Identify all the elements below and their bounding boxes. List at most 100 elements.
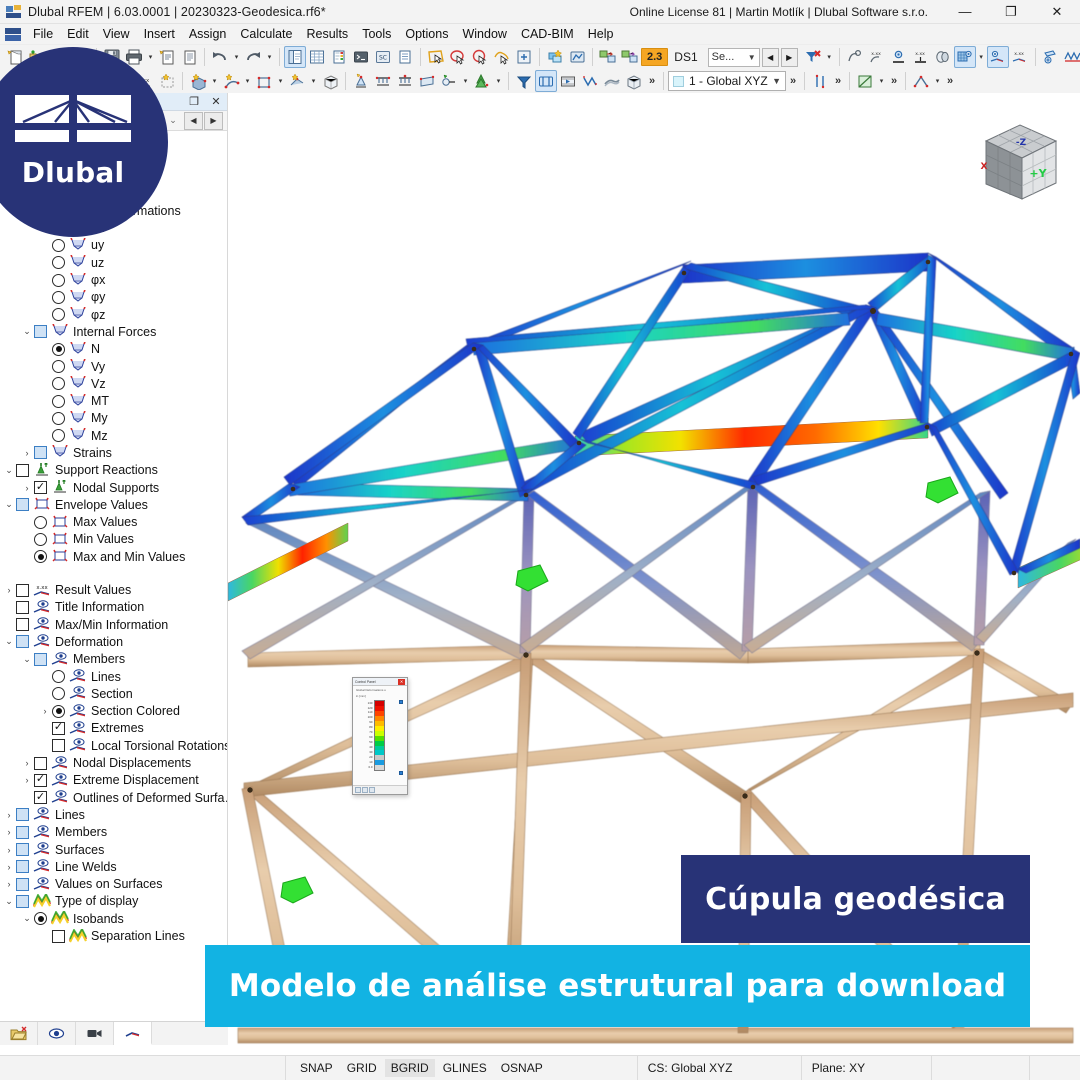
chevron-right-icon[interactable]: › [2,582,16,598]
tree-item-separation-lines[interactable]: Separation Lines [0,926,227,944]
select-lasso-button[interactable] [447,46,469,68]
tree-radio[interactable] [52,670,65,684]
view-orientation-cube[interactable]: -Z +Y X [968,111,1068,211]
legend-factors-button[interactable] [355,787,361,793]
tree-checkbox[interactable] [16,894,29,908]
tree-item-type-of-display[interactable]: ⌄ Type of display [0,891,227,910]
tree-radio[interactable] [52,273,65,287]
tree-checkbox[interactable] [34,773,47,787]
navigator-toggle-button[interactable] [284,46,306,68]
chevron-down-icon[interactable]: ⌄ [20,911,34,927]
tree-item-vy[interactable]: Vy [0,358,227,375]
tree-radio[interactable] [52,256,65,270]
chevron-right-icon[interactable]: › [2,859,16,875]
close-button[interactable]: ✕ [1034,0,1080,24]
load-values-button[interactable]: x.xx [866,46,888,68]
tree-item-mt[interactable]: MT [0,392,227,409]
results-navigator-tree[interactable]: φxφYφZ⌄Members⌄Local Deformationsuxuyuzφ… [0,131,227,1025]
tree-checkbox[interactable] [16,860,29,874]
toolbar-overflow-6[interactable]: » [943,70,957,92]
menu-file[interactable]: File [26,25,60,43]
new-opening-button[interactable] [220,70,242,92]
result-diagram-settings-button[interactable] [1040,46,1062,68]
menu-view[interactable]: View [96,25,137,43]
close-icon[interactable]: ✕ [209,95,223,109]
tree-item-line-welds[interactable]: › Line Welds [0,858,227,875]
tree-radio[interactable] [52,377,65,391]
view-settings-button[interactable] [566,46,588,68]
legend-options-button[interactable] [369,787,375,793]
display-navigator-tab[interactable] [38,1022,76,1045]
select-special-button[interactable] [513,46,535,68]
tree-assign-button[interactable] [471,70,493,92]
menu-edit[interactable]: Edit [60,25,96,43]
tree-radio[interactable] [34,532,47,546]
chevron-right-icon[interactable]: › [20,755,34,771]
tree-item-n[interactable]: N [0,341,227,358]
block-button[interactable] [319,70,341,92]
list-panel-button[interactable] [394,46,416,68]
tree-item-support-reactions[interactable]: ⌄ Support Reactions [0,461,227,479]
restore-window-icon[interactable]: ❐ [187,95,201,109]
menu-cad-bim[interactable]: CAD-BIM [514,25,581,43]
tree-checkbox[interactable] [16,635,29,649]
tree-radio[interactable] [34,515,47,529]
legend-display-button[interactable] [362,787,368,793]
design-situation-badge[interactable]: 2.3 [641,47,669,67]
select-circle-button[interactable] [469,46,491,68]
tree-item-min-values[interactable]: Min Values [0,531,227,548]
clear-results-button[interactable] [802,46,824,68]
bgrid-toggle[interactable]: BGRID [384,1059,435,1077]
chevron-down-icon[interactable]: ⌄ [20,651,34,667]
colored-table-button[interactable] [328,46,350,68]
tree-radio[interactable] [34,550,47,564]
tree-item-values-on-surfaces[interactable]: › Values on Surfaces [0,875,227,892]
menu-options[interactable]: Options [398,25,455,43]
tree-item-members[interactable]: ⌄ Members [0,651,227,668]
tree-item-x[interactable]: φx [0,271,227,288]
view-cube-button[interactable] [623,70,645,92]
tree-item-section[interactable]: Section [0,685,227,702]
new-opening-caret-icon[interactable]: ▾ [242,70,253,92]
menu-insert[interactable]: Insert [137,25,182,43]
views-navigator-tab[interactable] [76,1022,114,1045]
close-icon[interactable]: ✕ [398,678,405,685]
tree-radio[interactable] [52,687,65,701]
chevron-right-icon[interactable]: › [2,876,16,892]
chevron-right-icon[interactable]: › [38,703,52,719]
diagram-caret-icon[interactable]: ▾ [876,70,887,92]
tree-radio[interactable] [52,308,65,322]
measure-caret-icon[interactable]: ▾ [932,70,943,92]
coordinate-system-combo[interactable]: 1 - Global XYZ ▼ [668,71,786,91]
select-by-window-button[interactable] [425,46,447,68]
select-free-button[interactable] [491,46,513,68]
tree-checkbox[interactable] [16,583,29,597]
model-view-2-button[interactable] [619,46,641,68]
tree-item-surfaces[interactable]: › Surfaces [0,841,227,858]
result-sections-button[interactable] [1062,46,1080,68]
surface-render-button[interactable] [601,70,623,92]
result-values-button[interactable]: x.xx [1009,46,1031,68]
chevron-right-icon[interactable]: › [20,480,34,496]
show-supports-button[interactable] [888,46,910,68]
undo-caret-icon[interactable]: ▾ [231,46,242,68]
render-mode-button[interactable] [953,46,976,68]
tree-checkbox[interactable] [16,825,29,839]
tables-toggle-button[interactable] [306,46,328,68]
animation-button[interactable] [557,70,579,92]
deformation-view-button[interactable] [579,70,601,92]
surface-support-button[interactable] [416,70,438,92]
chevron-right-icon[interactable]: › [20,772,34,788]
tree-item-mz[interactable]: Mz [0,427,227,444]
tree-checkbox[interactable] [34,652,47,666]
tree-radio[interactable] [52,411,65,425]
tree-item-members[interactable]: › Members [0,824,227,841]
toolbar-overflow-4[interactable]: » [831,70,845,92]
undo-button[interactable] [209,46,231,68]
hinge-assign-button[interactable] [438,70,460,92]
redo-button[interactable] [242,46,264,68]
navigator-prev-button[interactable]: ◀ [184,111,203,130]
print-caret-icon[interactable]: ▾ [145,46,156,68]
chevron-down-icon[interactable]: ⌄ [2,634,16,650]
tree-assign-caret-icon[interactable]: ▾ [493,70,504,92]
